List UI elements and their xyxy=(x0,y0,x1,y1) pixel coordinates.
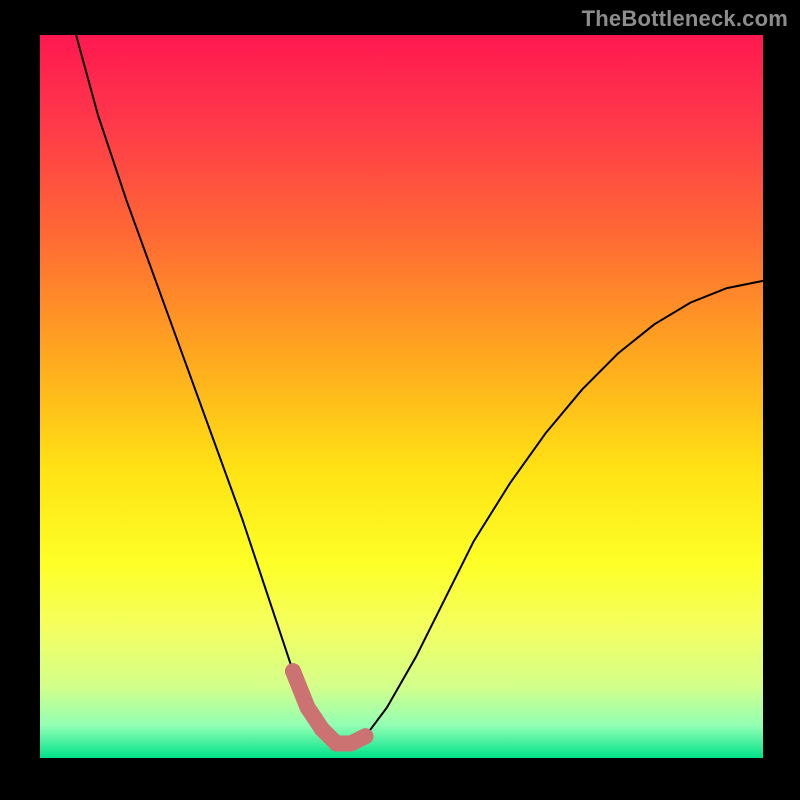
gradient-background xyxy=(40,35,763,758)
chart-frame: TheBottleneck.com xyxy=(0,0,800,800)
highlight-bead xyxy=(285,663,301,679)
highlight-bead xyxy=(328,736,344,752)
chart-svg xyxy=(40,35,763,758)
watermark-text: TheBottleneck.com xyxy=(582,6,788,32)
highlight-bead xyxy=(343,736,359,752)
highlight-bead xyxy=(357,728,373,744)
highlight-bead xyxy=(300,699,316,715)
highlight-bead xyxy=(314,721,330,737)
plot-area xyxy=(40,35,763,758)
